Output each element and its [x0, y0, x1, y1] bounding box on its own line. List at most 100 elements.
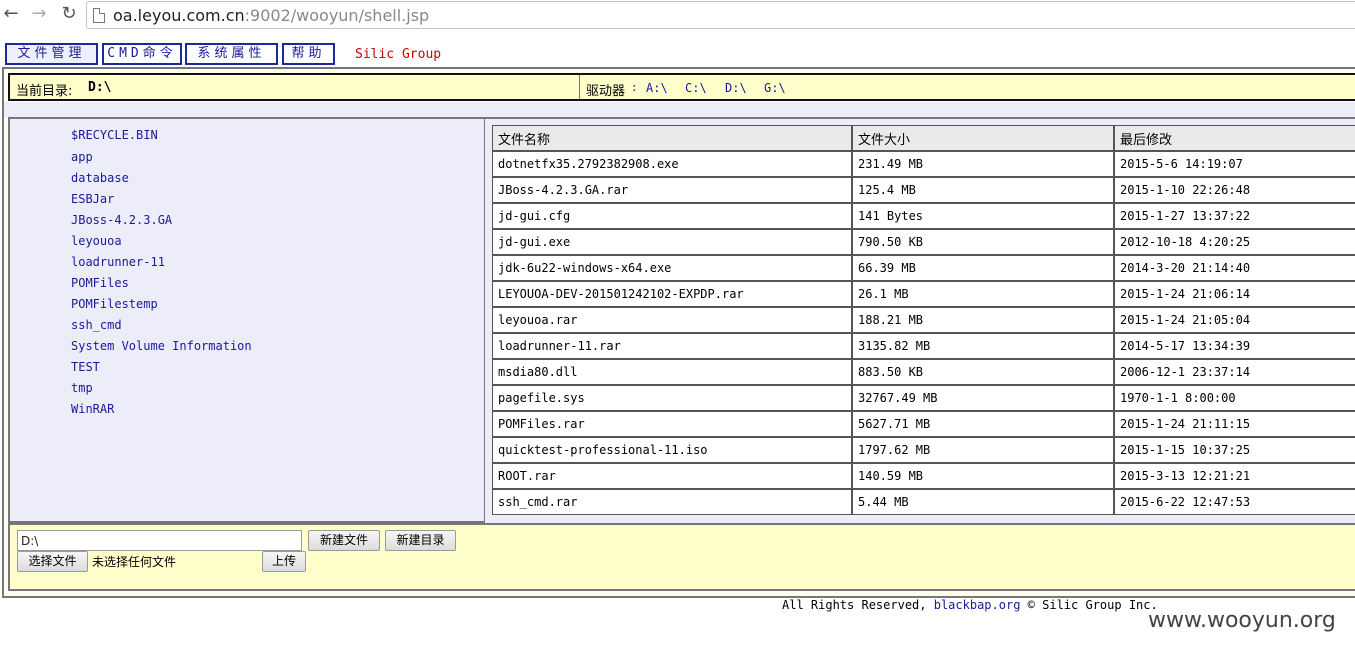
folder-link[interactable]: $RECYCLE.BIN — [71, 128, 158, 142]
file-size-cell: 883.50 KB — [852, 359, 1114, 385]
directory-bar: 当前目录: D:\ 驱动器 : A:\ C:\ D:\ G:\ — [8, 73, 1355, 101]
file-pane: 文件名称 文件大小 最后修改 dotnetfx35.2792382908.exe… — [485, 117, 1355, 523]
folder-link[interactable]: database — [71, 171, 129, 185]
table-row: ssh_cmd.rar 5.44 MB 2015-6-22 12:47:53 — [492, 489, 1355, 515]
file-size-cell: 790.50 KB — [852, 229, 1114, 255]
drive-label: 驱动器 — [586, 84, 626, 99]
table-row: jd-gui.exe 790.50 KB 2012-10-18 4:20:25 — [492, 229, 1355, 255]
url-path: :9002/wooyun/shell.jsp — [244, 6, 430, 25]
table-row: leyouoa.rar 188.21 MB 2015-1-24 21:05:04 — [492, 307, 1355, 333]
folder-link[interactable]: WinRAR — [71, 402, 114, 416]
folder-link[interactable]: TEST — [71, 360, 100, 374]
file-name-cell[interactable]: pagefile.sys — [492, 385, 852, 411]
file-name-cell[interactable]: quicktest-professional-11.iso — [492, 437, 852, 463]
table-row: dotnetfx35.2792382908.exe 231.49 MB 2015-5… — [492, 151, 1355, 177]
file-name-cell[interactable]: LEYOUOA-DEV-201501242102-EXPDP.rar — [492, 281, 852, 307]
folder-pane: $RECYCLE.BIN app database ESBJar JBoss-4… — [8, 117, 485, 523]
file-date-cell: 2015-3-13 12:21:21 — [1114, 463, 1355, 489]
menu-file-manager[interactable]: 文件管理 — [5, 43, 98, 65]
header-modified: 最后修改 — [1114, 125, 1355, 151]
url-host: oa.leyou.com.cn — [113, 6, 245, 25]
table-row: ROOT.rar 140.59 MB 2015-3-13 12:21:21 — [492, 463, 1355, 489]
file-date-cell: 2015-1-27 13:37:22 — [1114, 203, 1355, 229]
folder-link[interactable]: loadrunner-11 — [71, 255, 165, 269]
table-row: POMFiles.rar 5627.71 MB 2015-1-24 21:11:15 — [492, 411, 1355, 437]
folder-link[interactable]: ssh_cmd — [71, 318, 122, 332]
file-name-cell[interactable]: leyouoa.rar — [492, 307, 852, 333]
folder-link[interactable]: app — [71, 150, 93, 164]
new-dir-button[interactable]: 新建目录 — [385, 530, 456, 551]
drive-link-g[interactable]: G:\ — [764, 81, 786, 95]
folder-link[interactable]: JBoss-4.2.3.GA — [71, 213, 172, 227]
browser-toolbar: ← → ↻ oa.leyou.com.cn:9002/wooyun/shell.… — [0, 0, 1355, 30]
file-size-cell: 141 Bytes — [852, 203, 1114, 229]
forward-arrow-icon[interactable]: → — [28, 3, 50, 25]
footer-suffix: © Silic Group Inc. — [1027, 598, 1158, 612]
current-dir-value: D:\ — [88, 80, 112, 95]
upload-button[interactable]: 上传 — [262, 551, 306, 572]
address-bar[interactable]: oa.leyou.com.cn:9002/wooyun/shell.jsp — [86, 1, 1355, 29]
menu-system-properties[interactable]: 系统属性 — [185, 43, 278, 65]
header-file-name: 文件名称 — [492, 125, 852, 151]
file-table: 文件名称 文件大小 最后修改 dotnetfx35.2792382908.exe… — [492, 125, 1355, 515]
drive-link-d[interactable]: D:\ — [725, 81, 747, 95]
no-file-text: 未选择任何文件 — [92, 555, 177, 569]
file-name-cell[interactable]: jdk-6u22-windows-x64.exe — [492, 255, 852, 281]
table-row: msdia80.dll 883.50 KB 2006-12-1 23:37:14 — [492, 359, 1355, 385]
menu-help[interactable]: 帮助 — [282, 43, 335, 65]
file-name-cell[interactable]: msdia80.dll — [492, 359, 852, 385]
file-size-cell: 3135.82 MB — [852, 333, 1114, 359]
back-arrow-icon[interactable]: ← — [0, 3, 22, 25]
drive-link-a[interactable]: A:\ — [646, 81, 668, 95]
file-date-cell: 2015-5-6 14:19:07 — [1114, 151, 1355, 177]
file-date-cell: 2015-1-24 21:05:04 — [1114, 307, 1355, 333]
file-size-cell: 5.44 MB — [852, 489, 1114, 515]
drive-separator: : — [632, 80, 637, 95]
file-name-cell[interactable]: jd-gui.cfg — [492, 203, 852, 229]
current-dir-label: 当前目录: — [16, 84, 73, 99]
table-row: JBoss-4.2.3.GA.rar 125.4 MB 2015-1-10 22:2… — [492, 177, 1355, 203]
folder-link[interactable]: leyouoa — [71, 234, 122, 248]
file-name-cell[interactable]: JBoss-4.2.3.GA.rar — [492, 177, 852, 203]
file-date-cell: 2015-1-10 22:26:48 — [1114, 177, 1355, 203]
folder-link[interactable]: System Volume Information — [71, 339, 252, 353]
folder-link[interactable]: POMFiles — [71, 276, 129, 290]
file-name-cell[interactable]: ssh_cmd.rar — [492, 489, 852, 515]
url-text: oa.leyou.com.cn:9002/wooyun/shell.jsp — [113, 6, 429, 25]
file-name-cell[interactable]: dotnetfx35.2792382908.exe — [492, 151, 852, 177]
footer-link[interactable]: blackbap.org — [934, 598, 1021, 612]
file-size-cell: 231.49 MB — [852, 151, 1114, 177]
file-size-cell: 66.39 MB — [852, 255, 1114, 281]
spacer-band — [4, 102, 1355, 117]
folder-link[interactable]: ESBJar — [71, 192, 114, 206]
watermark-text: www.wooyun.org — [1148, 608, 1336, 633]
path-input[interactable] — [17, 530, 302, 551]
new-file-button[interactable]: 新建文件 — [308, 530, 380, 551]
file-name-cell[interactable]: jd-gui.exe — [492, 229, 852, 255]
page-icon — [93, 8, 105, 23]
file-size-cell: 5627.71 MB — [852, 411, 1114, 437]
file-size-cell: 1797.62 MB — [852, 437, 1114, 463]
folder-link[interactable]: POMFilestemp — [71, 297, 158, 311]
table-row: LEYOUOA-DEV-201501242102-EXPDP.rar 26.1 M… — [492, 281, 1355, 307]
folder-link[interactable]: tmp — [71, 381, 93, 395]
file-size-cell: 32767.49 MB — [852, 385, 1114, 411]
file-size-cell: 26.1 MB — [852, 281, 1114, 307]
drive-link-c[interactable]: C:\ — [685, 81, 707, 95]
file-name-cell[interactable]: ROOT.rar — [492, 463, 852, 489]
file-name-cell[interactable]: loadrunner-11.rar — [492, 333, 852, 359]
table-row: quicktest-professional-11.iso 1797.62 MB 2… — [492, 437, 1355, 463]
table-header-row: 文件名称 文件大小 最后修改 — [492, 125, 1355, 151]
table-row: pagefile.sys 32767.49 MB 1970-1-1 8:00:00 — [492, 385, 1355, 411]
file-date-cell: 2015-1-24 21:11:15 — [1114, 411, 1355, 437]
file-date-cell: 2012-10-18 4:20:25 — [1114, 229, 1355, 255]
reload-icon[interactable]: ↻ — [58, 3, 80, 25]
action-panel: 新建文件 新建目录 选择文件 未选择任何文件 上传 — [8, 523, 1355, 591]
file-name-cell[interactable]: POMFiles.rar — [492, 411, 852, 437]
menu-cmd[interactable]: CMD命令 — [102, 43, 182, 65]
choose-file-button[interactable]: 选择文件 — [17, 551, 88, 572]
table-row: jd-gui.cfg 141 Bytes 2015-1-27 13:37:22 — [492, 203, 1355, 229]
brand-text: Silic Group — [355, 47, 442, 62]
file-date-cell: 2014-5-17 13:34:39 — [1114, 333, 1355, 359]
file-date-cell: 2006-12-1 23:37:14 — [1114, 359, 1355, 385]
